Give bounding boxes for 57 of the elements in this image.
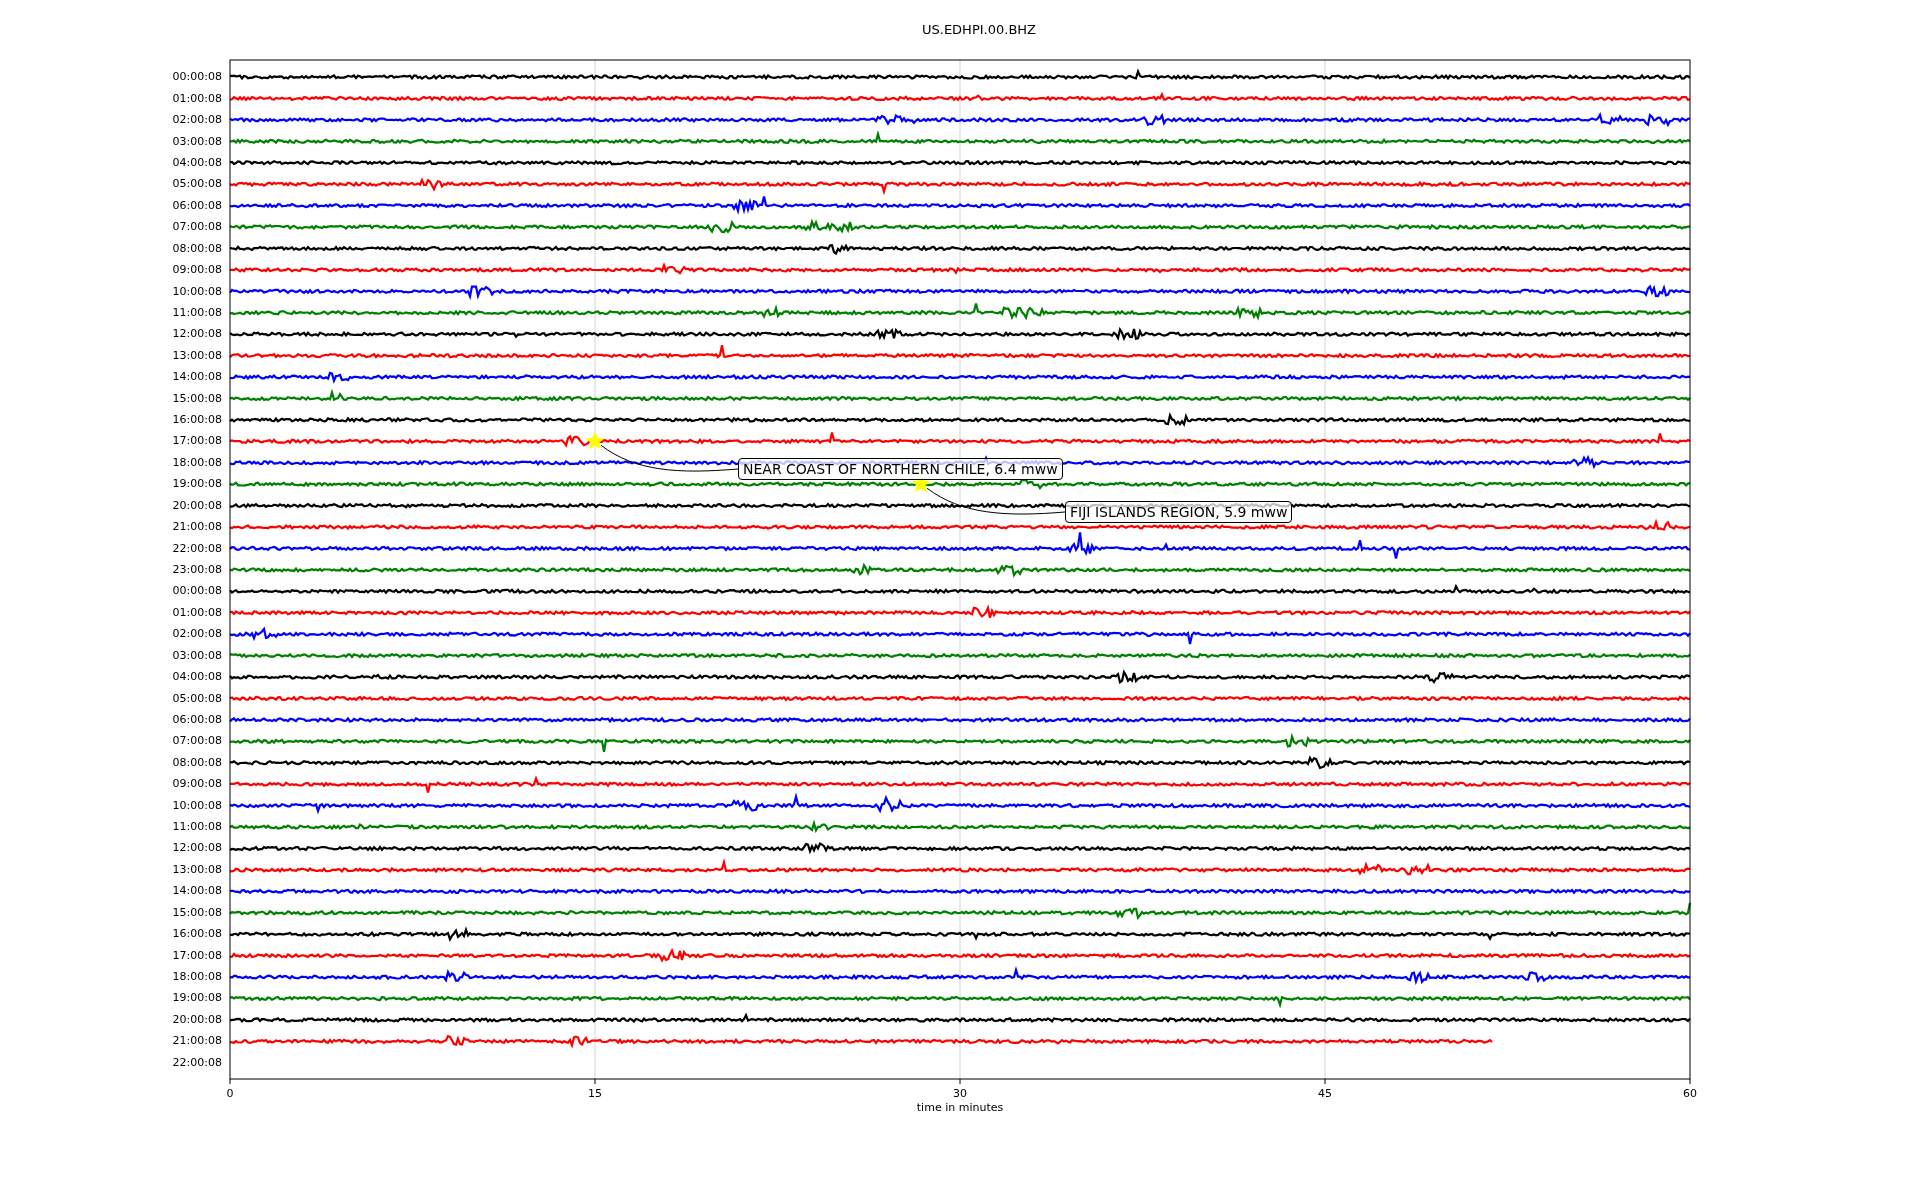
row-time-label: 15:00:08 — [172, 390, 222, 407]
row-time-label: 17:00:08 — [172, 433, 222, 450]
row-time-label: 09:00:08 — [172, 262, 222, 279]
row-time-label: 16:00:08 — [172, 412, 222, 429]
row-time-label: 22:00:08 — [172, 540, 222, 557]
row-time-label: 13:00:08 — [172, 347, 222, 364]
row-time-label: 01:00:08 — [172, 604, 222, 621]
row-time-label: 12:00:08 — [172, 840, 222, 857]
x-tick-label: 60 — [1683, 1087, 1697, 1100]
x-axis-label: time in minutes — [916, 1101, 1004, 1114]
event-annotation: NEAR COAST OF NORTHERN CHILE, 6.4 mww — [738, 458, 1063, 480]
row-time-label: 14:00:08 — [172, 369, 222, 386]
row-time-label: 04:00:08 — [172, 154, 222, 171]
row-time-label: 19:00:08 — [172, 476, 222, 493]
row-time-label: 06:00:08 — [172, 711, 222, 728]
row-time-label: 06:00:08 — [172, 197, 222, 214]
row-time-label: 23:00:08 — [172, 562, 222, 578]
row-time-label: 07:00:08 — [172, 219, 222, 236]
row-time-label: 13:00:08 — [172, 861, 222, 878]
row-time-label: 00:00:08 — [172, 69, 222, 86]
row-time-label: 05:00:08 — [172, 176, 222, 193]
row-time-label: 07:00:08 — [172, 733, 222, 750]
row-time-label: 16:00:08 — [172, 926, 222, 943]
row-time-label: 18:00:08 — [172, 454, 222, 471]
row-time-label: 05:00:08 — [172, 690, 222, 707]
row-time-label: 10:00:08 — [172, 797, 222, 814]
event-annotation: FIJI ISLANDS REGION, 5.9 mww — [1065, 501, 1293, 523]
row-time-label: 17:00:08 — [172, 947, 222, 964]
chart-title: US.EDHPI.00.BHZ — [922, 22, 1036, 39]
row-time-label: 19:00:08 — [172, 990, 222, 1007]
row-time-label: 20:00:08 — [172, 497, 222, 514]
x-tick-label: 45 — [1318, 1087, 1332, 1100]
row-time-label: 21:00:08 — [172, 519, 222, 536]
row-time-label: 21:00:08 — [172, 1033, 222, 1050]
row-time-label: 15:00:08 — [172, 904, 222, 921]
x-tick-label: 30 — [953, 1087, 967, 1100]
row-time-label: 08:00:08 — [172, 240, 222, 257]
row-time-label: 18:00:08 — [172, 969, 222, 985]
star-icon — [585, 431, 605, 450]
row-time-label: 14:00:08 — [172, 883, 222, 900]
x-tick-label: 0 — [226, 1087, 234, 1100]
row-time-label: 00:00:08 — [172, 583, 222, 600]
row-time-label: 03:00:08 — [172, 133, 222, 150]
x-tick-label: 15 — [588, 1087, 602, 1100]
row-time-label: 02:00:08 — [172, 112, 222, 129]
row-time-label: 12:00:08 — [172, 326, 222, 343]
row-time-label: 20:00:08 — [172, 1011, 222, 1028]
row-time-label: 08:00:08 — [172, 754, 222, 771]
row-time-label: 03:00:08 — [172, 647, 222, 664]
row-time-label: 04:00:08 — [172, 669, 222, 686]
row-time-label: 11:00:08 — [172, 304, 222, 321]
row-time-label: 01:00:08 — [172, 90, 222, 107]
row-time-label: 10:00:08 — [172, 283, 222, 300]
row-time-label: 02:00:08 — [172, 626, 222, 643]
row-time-label: 11:00:08 — [172, 819, 222, 836]
row-time-label: 22:00:08 — [172, 1054, 222, 1071]
row-time-label: 09:00:08 — [172, 776, 222, 793]
